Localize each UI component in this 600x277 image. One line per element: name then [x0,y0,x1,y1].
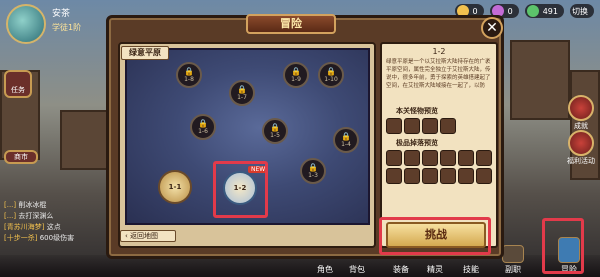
resource-gem-value: 0 [507,6,513,16]
stage-node-1-8[interactable]: 🔒 1-8 [176,62,202,88]
switch-label: 切换 [572,6,588,16]
stage-node-1-6[interactable]: 🔒 1-6 [190,114,216,140]
lock-icon: 🔒 [184,67,194,76]
switch-button[interactable]: 切换 [570,4,594,18]
stage-label: 1-1 [168,182,182,191]
town-building [510,40,570,120]
drop-slot[interactable] [386,150,402,166]
adventure-nav-highlight [542,218,584,274]
lock-icon: 🔒 [341,132,351,141]
monster-preview-title: 本关怪物预览 [396,107,438,115]
welfare-button[interactable]: 福利活动 [566,130,596,166]
nav-role[interactable]: 角色 [308,264,342,275]
stage-node-1-5[interactable]: 🔒 1-5 [262,118,288,144]
drop-slot[interactable] [440,150,456,166]
monster-slot[interactable] [386,118,402,134]
shop-label: 商市 [14,153,28,161]
stage-node-1-9[interactable]: 🔒 1-9 [283,62,309,88]
lock-icon: 🔒 [237,85,247,94]
drop-slot[interactable] [458,150,474,166]
stage-node-1-4[interactable]: 🔒 1-4 [333,127,359,153]
achievement-button[interactable]: 成就 [566,95,596,131]
stage-label: 1-3 [308,172,318,179]
stage-label: 1-4 [341,141,351,148]
welfare-label: 福利活动 [567,157,595,165]
nav-skill[interactable]: 技能 [454,264,488,275]
close-button[interactable]: ✕ [481,17,503,39]
region-tab[interactable]: 绿意平原 [121,46,169,60]
stage-label: 1-8 [184,76,194,83]
stage-label: 1-9 [291,76,301,83]
nav-equipment[interactable]: 装备 [384,264,418,275]
drop-slot[interactable] [440,168,456,184]
nav-equipment-label: 装备 [393,265,409,274]
drop-slot[interactable] [476,168,492,184]
stage-description: 绿意平原是一个以艾拉斯大陆持存在的广袤平原空间，属性完全独立于艾拉斯大陆，传说中… [386,59,491,89]
stage-node-1-1[interactable]: 1-1 [158,170,192,204]
task-label: 任务 [11,86,25,94]
energy-icon [526,5,539,17]
drop-slot[interactable] [422,168,438,184]
challenge-highlight [379,217,491,255]
back-label: 返回地图 [130,232,159,240]
drop-preview-list [382,148,496,186]
monster-slot[interactable] [404,118,420,134]
lock-icon: 🔒 [308,163,318,172]
stage-node-1-10[interactable]: 🔒 1-10 [318,62,344,88]
lock-icon: 🔒 [326,67,336,76]
town-building [60,110,110,170]
close-icon: ✕ [486,20,498,36]
monster-slot[interactable] [440,118,456,134]
monster-preview-list [382,116,496,136]
stage-label: 1-6 [198,128,208,135]
side-job-icon [502,245,524,263]
achievement-label: 成就 [574,122,588,130]
selected-stage-highlight [213,161,268,218]
resource-energy[interactable]: 491 [524,4,564,18]
gift-icon [568,130,594,156]
chat-line: [...] 削冰冰棍 [4,201,47,209]
nav-role-label: 角色 [317,265,333,274]
drop-slot[interactable] [386,168,402,184]
nav-spirit[interactable]: 精灵 [418,264,452,275]
drop-preview-title: 极品掉落预览 [396,139,438,147]
monster-slot[interactable] [422,118,438,134]
nav-spirit-label: 精灵 [427,265,443,274]
back-to-map-button[interactable]: ‹ 返回地图 [120,230,176,242]
shop-button[interactable]: 商市 [4,150,38,164]
resource-energy-value: 491 [542,6,558,16]
chat-line: [...] 去打深渊么 [4,212,54,220]
nav-bag[interactable]: 背包 [340,264,374,275]
drop-slot[interactable] [404,168,420,184]
drop-slot[interactable] [458,168,474,184]
stage-node-1-7[interactable]: 🔒 1-7 [229,80,255,106]
drop-slot[interactable] [404,150,420,166]
nav-side-job-label: 副职 [505,265,521,274]
achievement-icon [568,95,594,121]
lock-icon: 🔒 [270,123,280,132]
drop-slot[interactable] [476,150,492,166]
drop-slot[interactable] [422,150,438,166]
task-button[interactable]: 任务 [4,70,32,98]
nav-bag-label: 背包 [349,265,365,274]
chat-line: [青苏川海梦] 这点 [4,223,61,231]
lock-icon: 🔒 [291,67,301,76]
lock-icon: 🔒 [198,119,208,128]
player-level: 学徒1阶 [52,23,82,32]
chat-line: [十步一杀] 600级伤害 [4,234,75,242]
stage-label: 1-5 [270,132,280,139]
nav-skill-label: 技能 [463,265,479,274]
stage-label: 1-7 [237,94,247,101]
stage-info-title: 1-2 [432,47,446,56]
stage-label: 1-10 [324,76,338,83]
stage-node-1-3[interactable]: 🔒 1-3 [300,158,326,184]
panel-title: 冒险 [246,14,336,34]
